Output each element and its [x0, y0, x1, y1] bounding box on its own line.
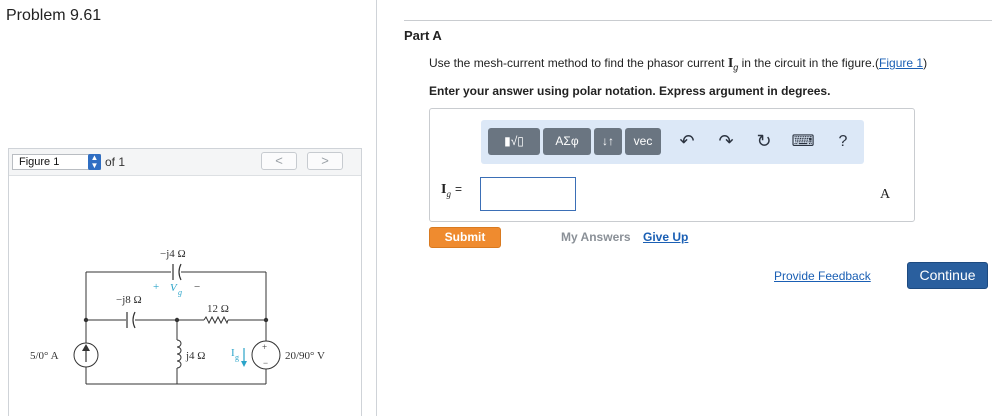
answer-unit: A: [880, 187, 891, 202]
submit-button[interactable]: Submit: [429, 227, 501, 248]
instruction-text: Enter your answer using polar notation. …: [429, 84, 831, 98]
question-close: ): [923, 56, 928, 70]
answer-var-sub: g: [446, 189, 451, 199]
inductor-label: j4 Ω: [185, 350, 205, 362]
current-source-label: 5/0° A: [30, 350, 59, 362]
vsrc-minus-label: −: [263, 358, 268, 368]
answer-variable-label: Ig =: [441, 182, 462, 199]
vg-sub-label: g: [178, 288, 182, 297]
answer-box: ▮√▯ ΑΣφ ↓↑ vec ↶ ↷ ↻ ⌨ ? Ig = A: [429, 108, 915, 222]
question-text: Use the mesh-current method to find the …: [429, 56, 927, 72]
vg-minus-label: −: [194, 281, 200, 293]
answer-equals: =: [454, 182, 462, 196]
top-capacitor-label: −j4 Ω: [160, 248, 186, 260]
part-label: Part A: [404, 28, 442, 43]
redo-icon[interactable]: ↷: [715, 128, 737, 155]
inductor: [176, 339, 182, 369]
keyboard-icon[interactable]: ⌨: [790, 128, 816, 155]
sub-superscript-button[interactable]: ↓↑: [594, 128, 622, 155]
figure-link[interactable]: Figure 1: [879, 56, 923, 70]
my-answers-link[interactable]: My Answers: [561, 230, 631, 244]
part-divider: [404, 20, 992, 21]
figure-count-label: of 1: [105, 155, 126, 169]
templates-button[interactable]: ▮√▯: [488, 128, 540, 155]
figure-select[interactable]: Figure 1 ▲ ▼: [12, 154, 101, 170]
math-toolbar: ▮√▯ ΑΣφ ↓↑ vec ↶ ↷ ↻ ⌨ ?: [481, 120, 864, 164]
select-arrows-icon: ▲ ▼: [88, 154, 101, 170]
question-post: in the circuit in the figure.(: [738, 56, 880, 70]
circuit-diagram: −j4 Ω + V g − −j8 Ω 12 Ω 5/0° A j4 Ω I g…: [30, 248, 325, 385]
vg-label: V: [170, 282, 178, 294]
left-capacitor: [126, 311, 136, 329]
question-pre: Use the mesh-current method to find the …: [429, 56, 728, 70]
continue-button[interactable]: Continue: [907, 262, 988, 289]
give-up-link[interactable]: Give Up: [643, 230, 688, 244]
figure-toolbar: Figure 1 ▲ ▼ of 1 < >: [9, 149, 361, 176]
greek-symbols-button[interactable]: ΑΣφ: [543, 128, 591, 155]
top-capacitor: [172, 263, 182, 281]
pane-divider: [376, 0, 377, 416]
resistor-label: 12 Ω: [207, 303, 229, 315]
undo-icon[interactable]: ↶: [676, 128, 698, 155]
answer-input[interactable]: [480, 177, 576, 211]
problem-title: Problem 9.61: [6, 7, 102, 24]
previous-figure-button[interactable]: <: [261, 152, 297, 170]
help-button[interactable]: ?: [833, 128, 853, 155]
ig-sub-label: g: [235, 353, 239, 362]
next-figure-button[interactable]: >: [307, 152, 343, 170]
vg-plus-label: +: [153, 281, 159, 293]
resistor: [203, 315, 229, 325]
problem-pane: Problem 9.61 Figure 1 ▲ ▼ of 1 < > −j4 Ω…: [0, 0, 376, 416]
vector-button[interactable]: vec: [625, 128, 661, 155]
provide-feedback-link[interactable]: Provide Feedback: [774, 269, 871, 283]
left-capacitor-label: −j8 Ω: [116, 294, 142, 306]
voltage-source-label: 20/90° V: [285, 350, 325, 362]
ig-current-arrowhead: [241, 361, 247, 367]
vsrc-plus-label: +: [262, 342, 267, 352]
figure-select-value: Figure 1: [19, 156, 60, 168]
reset-icon[interactable]: ↻: [753, 128, 775, 155]
